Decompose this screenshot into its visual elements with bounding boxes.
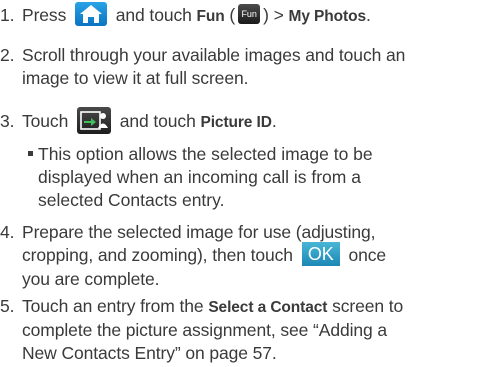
period: . [365,5,371,25]
step-2: 2. Scroll through your available images a… [0,44,405,90]
step-text: Touch [22,111,69,132]
home-icon [75,2,107,27]
paren-close: ) [263,5,269,25]
note-line: selected Contacts entry. [38,190,225,210]
step-line: New Contacts Entry” on page 57. [22,343,277,363]
bullet-icon [28,150,33,156]
note-line: displayed when an incoming call is from … [38,167,361,187]
step-number: 5. [0,296,15,316]
step-number: 1. [0,5,15,25]
period: . [271,111,277,132]
step-1: 1. Press and touch Fun (Fun) > My Photos. [0,2,371,28]
step-3: 3. Touch and touch Picture ID. [0,107,277,136]
step-text: Touch an entry from the [22,296,204,316]
step-number: 2. [0,45,15,65]
ok-button: OK [301,242,340,267]
menu-icon [76,107,111,134]
step-text: and touch [119,111,196,132]
step-3-note: This option allows the selected image to… [28,143,373,212]
step-5: 5. Touch an entry from the Select a Conta… [0,295,403,365]
step-text: and touch [115,5,192,25]
step-4: 4. Prepare the selected image for use (ad… [0,221,386,291]
step-line: you are complete. [22,269,160,290]
step-line-wrap: cropping, and zooming), then touch OK on… [0,242,387,268]
fun-icon: Fun [238,4,261,25]
step-text: screen to [332,296,404,316]
paren-open: ( [229,5,236,25]
fun-label: Fun [196,8,225,25]
picture-id-label: Picture ID [200,114,272,132]
arrow: > [273,5,284,25]
select-contact-label: Select a Contact [208,299,328,316]
step-number: 3. [0,111,15,132]
note-line: This option allows the selected image to… [38,144,373,164]
step-line: Scroll through your available images and… [22,45,406,65]
step-line: image to view it at full screen. [22,68,249,88]
step-text: once [348,245,387,265]
step-text: cropping, and zooming), then touch [22,245,293,265]
step-text: Press [22,5,67,25]
step-line: Prepare the selected image for use (adju… [22,222,376,242]
step-line: complete the picture assignment, see “Ad… [22,320,388,340]
step-number: 4. [0,222,15,242]
my-photos-label: My Photos [288,8,367,25]
